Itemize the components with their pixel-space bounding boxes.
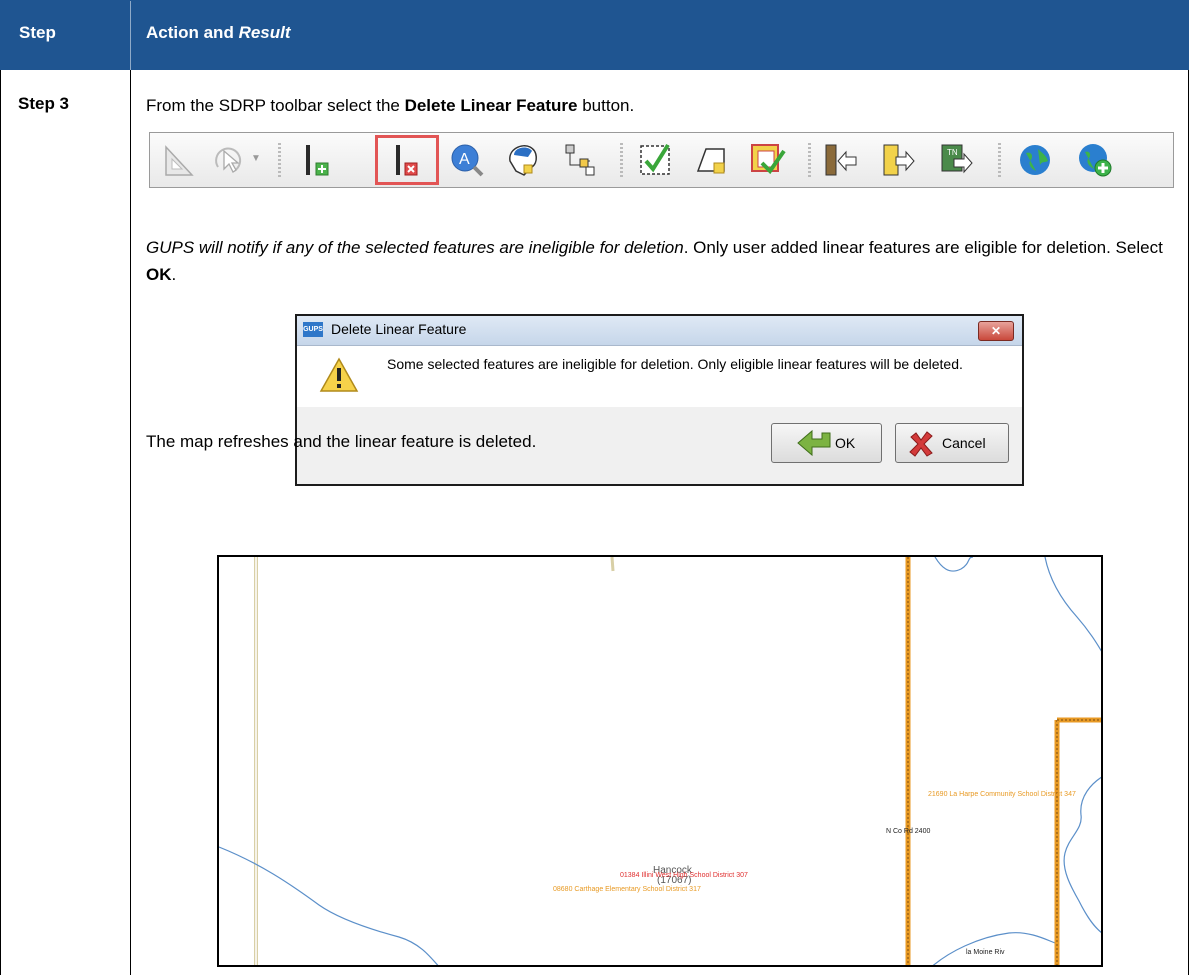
split-icon[interactable]	[562, 141, 600, 179]
step-cell: Step 3	[0, 70, 131, 975]
action-cell: From the SDRP toolbar select the Delete …	[130, 70, 1189, 975]
instruction-text: From the SDRP toolbar select the Delete …	[146, 96, 635, 115]
map-label-la-harpe: 21690 La Harpe Community School District…	[928, 791, 1076, 798]
svg-text:TN: TN	[947, 148, 958, 157]
delete-linear-feature-dialog: GUPS Delete Linear Feature ✕ Some select…	[295, 314, 1024, 486]
header-step: Step	[19, 23, 56, 42]
globe-icon[interactable]	[1016, 141, 1054, 179]
map-view[interactable]: 21690 La Harpe Community School District…	[217, 555, 1103, 967]
cancel-x-icon	[909, 431, 933, 457]
measure-icon[interactable]	[160, 141, 198, 179]
close-button[interactable]: ✕	[978, 321, 1014, 341]
step-label: Step 3	[18, 94, 70, 113]
select-arrow-icon[interactable]	[210, 141, 248, 179]
delete-linear-feature-icon[interactable]	[387, 141, 425, 179]
gups-logo-icon: GUPS	[303, 322, 323, 337]
transfer-icon[interactable]: TN	[938, 141, 976, 179]
add-linear-feature-icon[interactable]	[298, 141, 336, 179]
dropdown-arrow-icon[interactable]: ▼	[251, 153, 261, 164]
ok-arrow-icon	[797, 429, 831, 457]
dialog-message: Some selected features are ineligible fo…	[387, 356, 963, 372]
step-table: Step Action and Result Step 3 From the S…	[0, 0, 1189, 975]
notify-text: GUPS will notify if any of the selected …	[146, 238, 1163, 284]
map-label-carthage: 08680 Carthage Elementary School Distric…	[553, 886, 701, 893]
map-label-illini: 01384 Illini West High School District 3…	[620, 872, 748, 879]
ok-button[interactable]: OK	[771, 423, 882, 463]
import-icon[interactable]	[822, 141, 860, 179]
warning-icon	[319, 357, 359, 392]
dialog-title: Delete Linear Feature	[331, 321, 467, 337]
svg-text:A: A	[459, 151, 470, 168]
map-label-river: la Moine Riv	[966, 949, 1005, 956]
header-action-result: Action and Result	[146, 23, 291, 42]
map-features	[219, 557, 1101, 965]
cancel-button[interactable]: Cancel	[895, 423, 1009, 463]
validate-icon[interactable]	[636, 141, 674, 179]
fix-area-icon[interactable]	[748, 141, 786, 179]
add-area-icon[interactable]	[692, 141, 730, 179]
export-icon[interactable]	[880, 141, 918, 179]
sdrp-toolbar: ▼ A TN	[149, 132, 1174, 188]
result-text: The map refreshes and the linear feature…	[146, 432, 537, 451]
table-header: Step Action and Result	[0, 0, 1189, 71]
map-label-road: N Co Rd 2400	[886, 828, 931, 835]
add-globe-icon[interactable]	[1076, 141, 1114, 179]
area-landmark-icon[interactable]	[504, 141, 542, 179]
feature-query-icon[interactable]: A	[448, 141, 486, 179]
dialog-titlebar: GUPS Delete Linear Feature ✕	[297, 316, 1022, 346]
